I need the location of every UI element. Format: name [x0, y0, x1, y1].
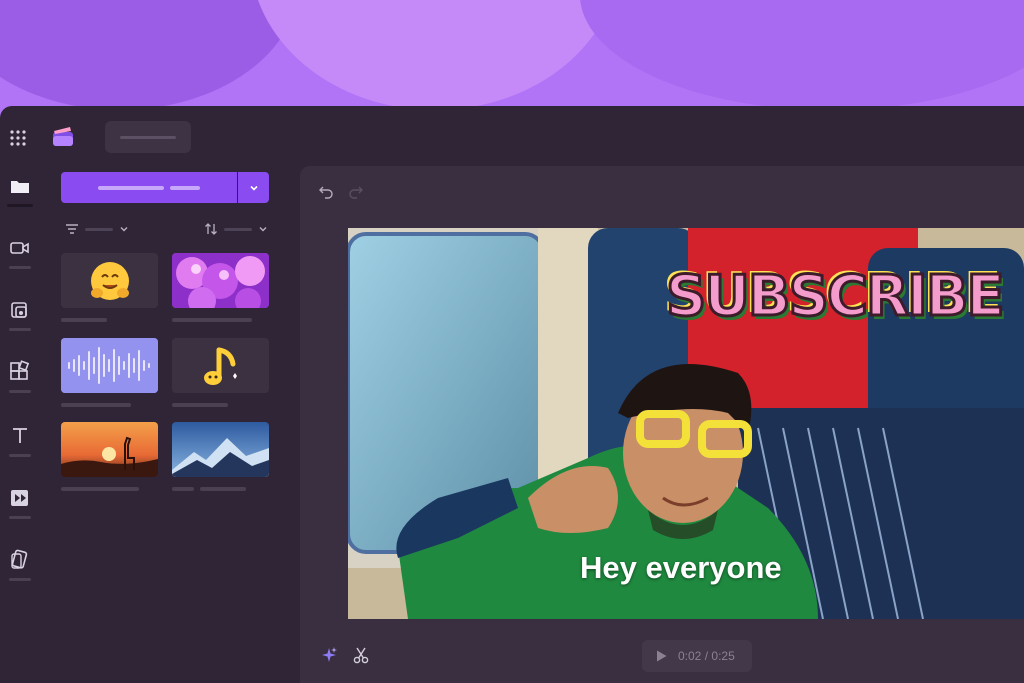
scissors-icon[interactable] — [352, 646, 370, 664]
music-note-sticker-icon — [203, 347, 237, 385]
editor-window: SUBSCRIBE Hey everyone 0:02 / 0:25 — [0, 106, 1024, 683]
topbar — [0, 106, 1024, 166]
sort-icon — [205, 223, 217, 235]
rail-content-library[interactable] — [6, 296, 34, 336]
placeholder-bar — [120, 135, 176, 139]
import-media-button[interactable] — [61, 172, 237, 203]
media-tile-mountains[interactable] — [172, 422, 269, 477]
placeholder-bar — [170, 185, 200, 190]
tile-label — [200, 487, 246, 491]
chevron-down-icon — [249, 185, 258, 191]
brandkit-icon — [11, 549, 28, 569]
total-time: 0:25 — [711, 649, 735, 663]
folder-icon — [11, 181, 29, 193]
video-caption[interactable]: Hey everyone — [580, 550, 782, 586]
sort-control[interactable] — [204, 222, 268, 236]
undo-icon[interactable] — [318, 184, 334, 200]
rail-templates[interactable] — [6, 358, 34, 398]
media-tile-sunset[interactable] — [61, 422, 158, 477]
tile-label — [172, 403, 228, 407]
templates-icon — [10, 360, 30, 380]
left-rail — [0, 166, 40, 683]
text-icon — [13, 428, 27, 443]
media-tile-purple-bubbles[interactable] — [172, 253, 269, 308]
current-time: 0:02 — [678, 649, 702, 663]
sparkle-icon[interactable] — [320, 646, 338, 664]
subscribe-sticker[interactable]: SUBSCRIBE — [665, 263, 1007, 331]
tile-label — [61, 318, 107, 322]
sunset-image — [61, 422, 158, 477]
rail-underline — [9, 266, 31, 269]
bg-shape — [580, 0, 1024, 110]
rail-underline — [9, 454, 31, 457]
time-display: 0:02 / 0:25 — [678, 649, 735, 663]
bubbles-image — [172, 253, 269, 308]
chevron-down-icon — [259, 227, 267, 232]
placeholder-bar — [224, 227, 252, 231]
rail-brand-kit[interactable] — [6, 546, 34, 586]
mountains-image — [172, 422, 269, 477]
video-preview[interactable]: SUBSCRIBE Hey everyone — [348, 228, 1024, 619]
hugging-face-emoji-icon — [90, 261, 129, 300]
playback-bar: 0:02 / 0:25 — [300, 626, 1024, 683]
clipchamp-logo-icon[interactable] — [52, 126, 74, 148]
rail-transitions[interactable] — [6, 484, 34, 524]
transitions-icon — [11, 490, 28, 506]
tile-label — [172, 487, 194, 491]
rail-underline — [9, 578, 31, 581]
grid-icon[interactable] — [8, 128, 28, 148]
placeholder-bar — [85, 227, 113, 231]
tile-label — [172, 318, 252, 322]
rail-underline — [9, 390, 31, 393]
media-tile-hugging-emoji[interactable] — [61, 253, 158, 308]
rail-underline — [9, 328, 31, 331]
media-tile-audio[interactable] — [61, 338, 158, 393]
project-title-field[interactable] — [105, 121, 191, 153]
active-indicator — [7, 204, 33, 207]
rail-text[interactable] — [6, 422, 34, 462]
time-separator: / — [704, 649, 709, 663]
rail-underline — [9, 516, 31, 519]
tile-label — [61, 403, 131, 407]
media-tile-music-note[interactable] — [172, 338, 269, 393]
play-icon[interactable] — [654, 649, 668, 663]
playback-time-control[interactable]: 0:02 / 0:25 — [642, 640, 752, 672]
bg-shape — [0, 0, 300, 110]
rail-your-media[interactable] — [6, 172, 34, 212]
placeholder-bar — [98, 185, 164, 190]
library-icon — [11, 302, 27, 318]
import-dropdown-button[interactable] — [238, 172, 269, 203]
waveform-image — [61, 338, 158, 393]
tile-label — [61, 487, 139, 491]
bg-shape — [250, 0, 620, 110]
redo-icon[interactable] — [348, 184, 364, 200]
chevron-down-icon — [120, 227, 128, 232]
camera-icon — [10, 242, 29, 254]
filter-icon — [66, 224, 78, 234]
rail-record-create[interactable] — [6, 234, 34, 274]
media-library-panel — [52, 166, 282, 683]
filter-control[interactable] — [65, 222, 129, 236]
